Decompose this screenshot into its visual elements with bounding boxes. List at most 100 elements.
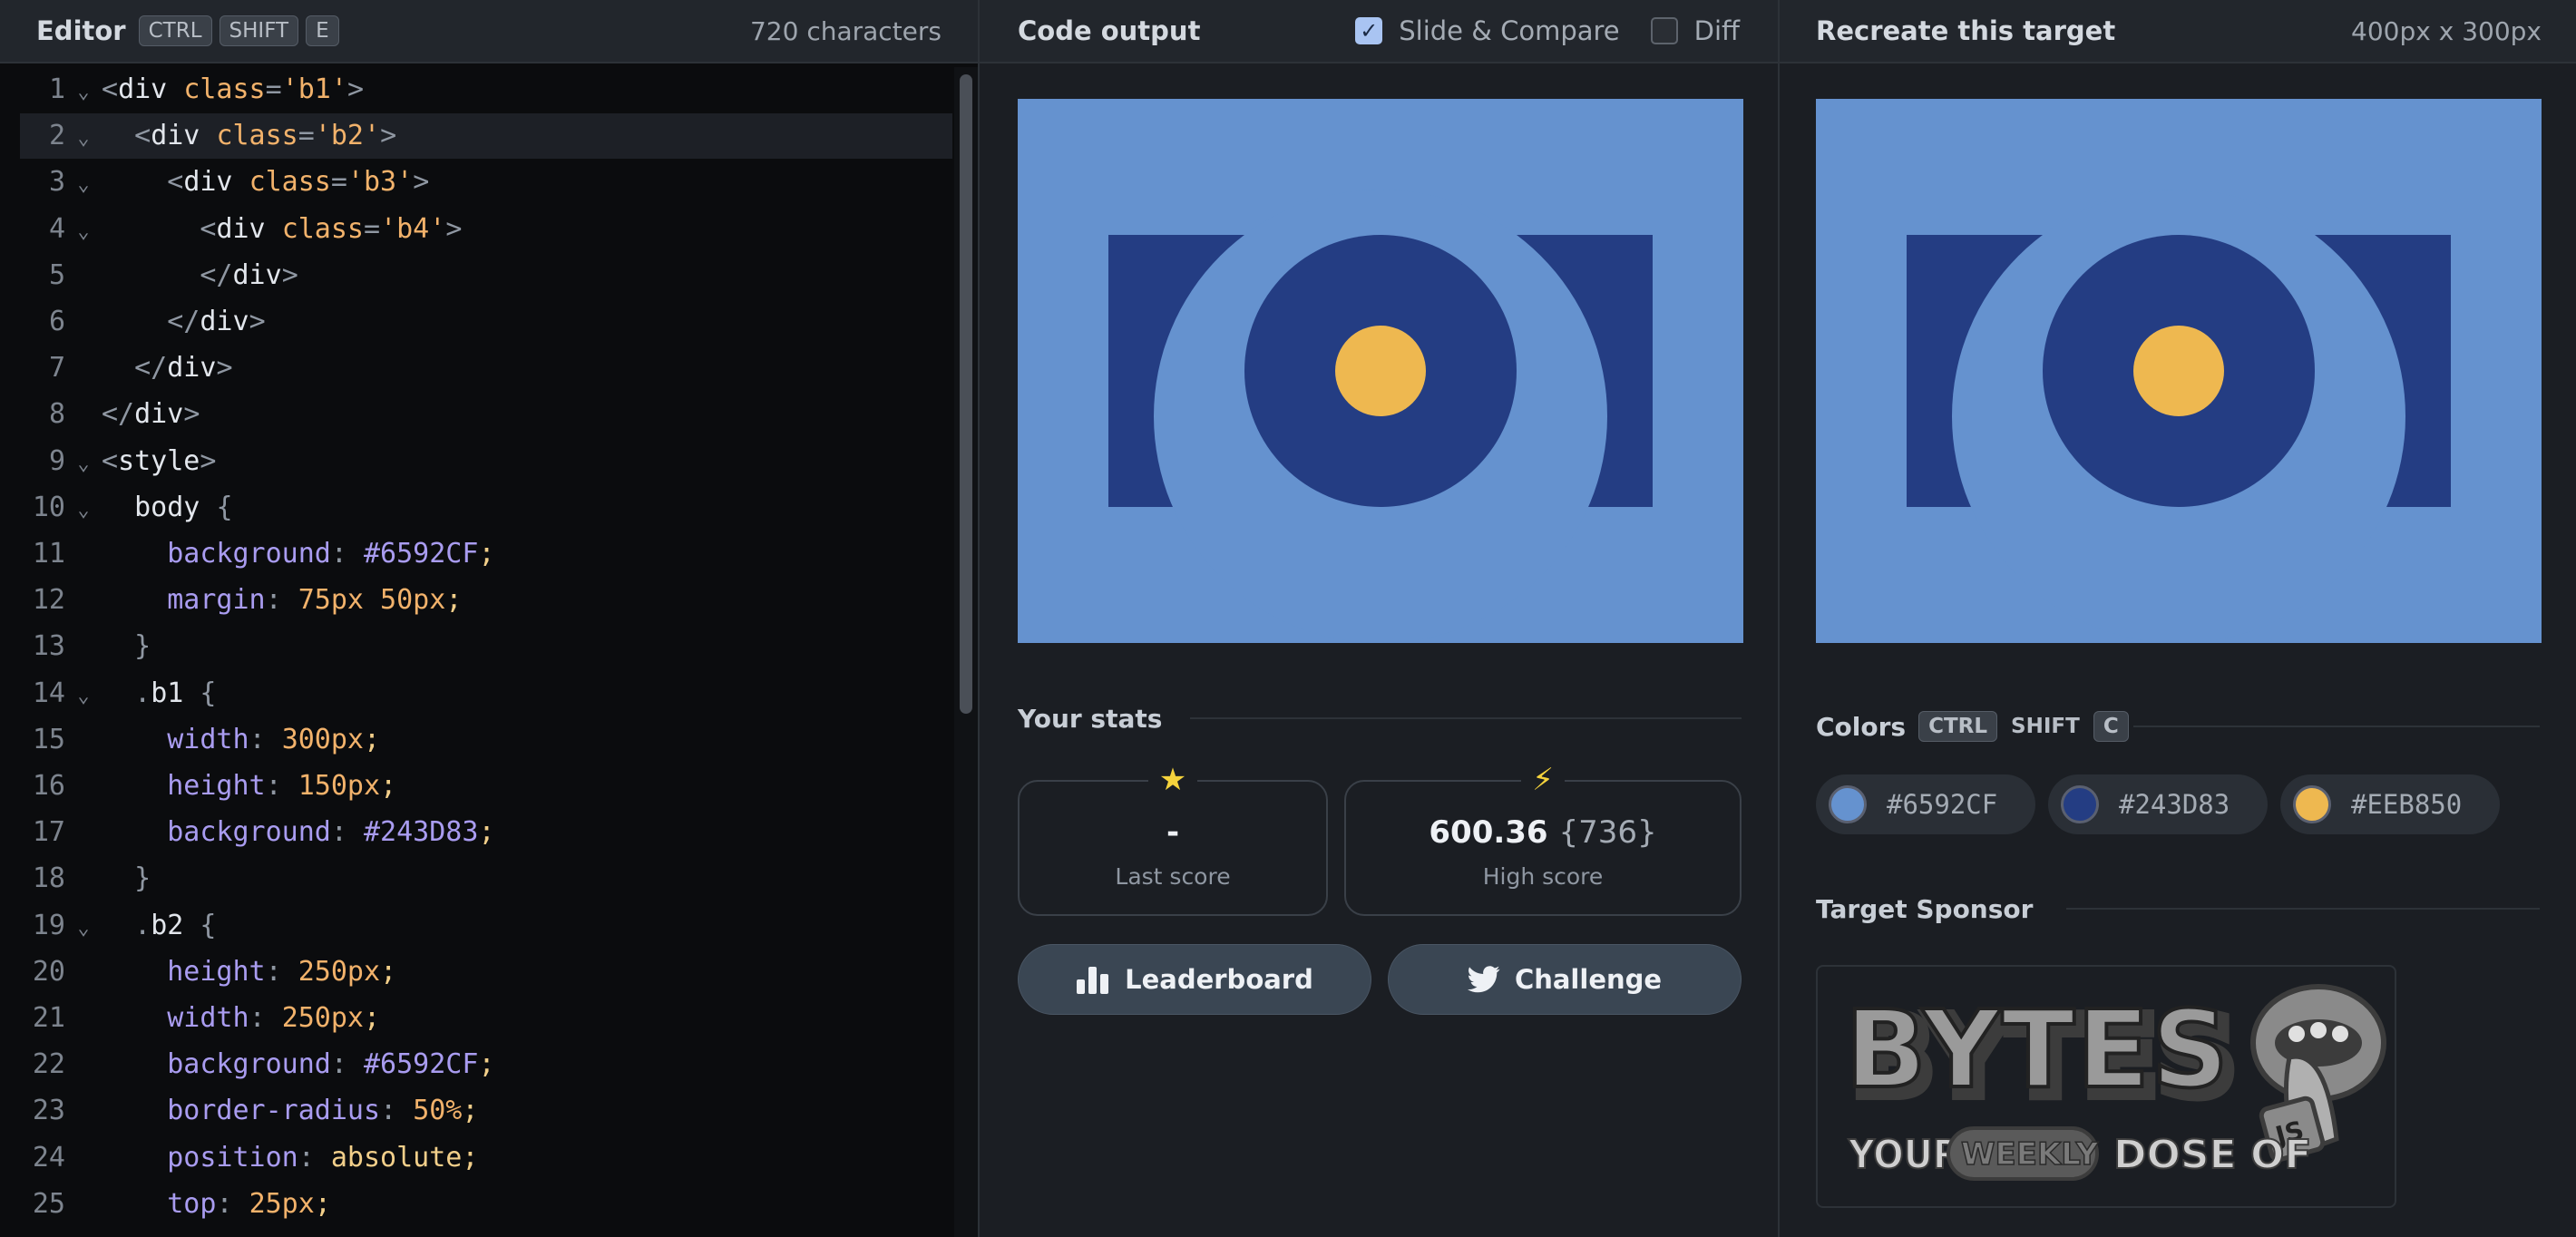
code-token: div: [151, 120, 217, 151]
code-token: div: [232, 259, 282, 291]
code-line[interactable]: 16 height: 150px;: [20, 764, 952, 809]
code-token: >: [216, 352, 233, 384]
code-token: width: [167, 1002, 249, 1034]
high-score-characters: {736}: [1558, 814, 1657, 851]
fold-chevron-icon[interactable]: ⌄: [65, 70, 102, 115]
target-shape-dot: [2133, 326, 2224, 416]
bar-chart-icon: [1077, 967, 1109, 994]
code-line[interactable]: 10 ⌄ body {: [20, 485, 952, 531]
leaderboard-button[interactable]: Leaderboard: [1018, 944, 1371, 1015]
challenge-button[interactable]: Challenge: [1388, 944, 1742, 1015]
line-number: 8: [48, 398, 65, 430]
code-line[interactable]: 12 margin: 75px 50px;: [20, 578, 952, 623]
code-token: width: [167, 724, 249, 755]
code-token: :: [265, 770, 298, 802]
sponsor-card[interactable]: BYTES BYTES JS YOUR WEEKLY DOSE OF: [1816, 965, 2396, 1208]
code-token: =: [265, 73, 282, 105]
code-token: border-radius: [167, 1095, 381, 1126]
code-line[interactable]: 5 </div>: [20, 253, 952, 298]
check-icon: ✓: [1360, 18, 1379, 44]
lightning-icon: ⚡: [1346, 762, 1740, 798]
code-token: ;: [462, 1095, 479, 1126]
code-token: height: [167, 956, 266, 988]
code-token: height: [167, 770, 266, 802]
fold-chevron-icon[interactable]: ⌄: [65, 674, 102, 719]
code-line[interactable]: 11 background: #6592CF;: [20, 531, 952, 577]
code-line[interactable]: 2 ⌄ <div class='b2'>: [20, 113, 952, 159]
line-number: 1: [48, 73, 65, 105]
code-line[interactable]: 21 width: 250px;: [20, 996, 952, 1041]
code-token: <: [102, 73, 119, 105]
code-token: 50%: [413, 1095, 463, 1126]
panel-divider[interactable]: [978, 0, 980, 1237]
challenge-label: Challenge: [1514, 964, 1663, 995]
color-hex-label: #6592CF: [1887, 789, 1998, 820]
code-line[interactable]: 18 }: [20, 856, 952, 901]
code-line[interactable]: 25 top: 25px;: [20, 1182, 952, 1227]
code-line[interactable]: 24 position: absolute;: [20, 1135, 952, 1181]
code-line[interactable]: 8 </div>: [20, 392, 952, 437]
code-line[interactable]: 22 background: #6592CF;: [20, 1042, 952, 1087]
code-line[interactable]: 3 ⌄ <div class='b3'>: [20, 160, 952, 205]
code-token: 'b3': [346, 166, 414, 198]
code-token: :: [330, 816, 364, 848]
shortcut-key-ctrl: CTRL: [1918, 711, 1998, 742]
code-token: div: [167, 352, 217, 384]
diff-toggle[interactable]: Diff: [1650, 15, 1740, 46]
panel-divider[interactable]: [1778, 0, 1780, 1237]
line-number: 15: [32, 724, 65, 755]
code-output-preview[interactable]: [1018, 99, 1743, 643]
target-shape-rect: [1907, 190, 2451, 643]
target-image[interactable]: [1816, 99, 2542, 643]
slide-compare-toggle[interactable]: ✓ Slide & Compare: [1355, 15, 1620, 46]
code-token: background: [167, 816, 331, 848]
slide-compare-checkbox[interactable]: ✓: [1355, 17, 1383, 44]
code-token: margin: [167, 584, 266, 616]
svg-text:DOSE OF: DOSE OF: [2113, 1132, 2311, 1178]
shortcut-key-c: C: [2093, 711, 2129, 742]
fold-chevron-icon[interactable]: ⌄: [65, 442, 102, 487]
color-dot: [2293, 785, 2331, 823]
line-number: 23: [32, 1095, 65, 1126]
code-token: <: [134, 120, 151, 151]
code-line[interactable]: 20 height: 250px;: [20, 950, 952, 995]
fold-chevron-icon[interactable]: ⌄: [65, 488, 102, 533]
code-token: background: [167, 538, 331, 570]
diff-checkbox[interactable]: [1650, 17, 1678, 44]
line-number: 3: [48, 166, 65, 198]
code-editor[interactable]: 1 ⌄ <div class='b1'> 2 ⌄ <div class='b2'> 3 ⌄ …: [0, 67, 952, 1237]
code-token: 'b1': [281, 73, 347, 105]
color-swatch-dark-blue[interactable]: #243D83: [2048, 774, 2268, 834]
code-line[interactable]: 17 background: #243D83;: [20, 810, 952, 855]
code-token: >: [200, 445, 217, 477]
color-swatch-yellow[interactable]: #EEB850: [2280, 774, 2500, 834]
code-line[interactable]: 13 }: [20, 624, 952, 669]
fold-chevron-icon[interactable]: ⌄: [65, 162, 102, 208]
code-line[interactable]: 9 ⌄ <style>: [20, 439, 952, 484]
code-line[interactable]: 4 ⌄ <div class='b4'>: [20, 207, 952, 252]
editor-scroll-thumb[interactable]: [960, 74, 972, 714]
color-swatch-light-blue[interactable]: #6592CF: [1816, 774, 2035, 834]
code-line[interactable]: 1 ⌄ <div class='b1'>: [20, 67, 952, 112]
code-token: =: [330, 166, 347, 198]
fold-chevron-icon[interactable]: ⌄: [65, 209, 102, 255]
fold-chevron-icon[interactable]: ⌄: [65, 116, 102, 161]
code-token: </: [102, 398, 135, 430]
code-line[interactable]: 19 ⌄ .b2 {: [20, 903, 952, 949]
code-line[interactable]: 15 width: 300px;: [20, 717, 952, 763]
code-line[interactable]: 7 </div>: [20, 346, 952, 391]
code-line[interactable]: 6 </div>: [20, 299, 952, 345]
character-count: 720 characters: [749, 15, 942, 46]
code-line[interactable]: 23 border-radius: 50%;: [20, 1088, 952, 1134]
fold-chevron-icon[interactable]: ⌄: [65, 906, 102, 951]
editor-scrollbar[interactable]: [954, 67, 978, 1237]
code-token: #6592CF: [364, 1048, 479, 1080]
code-line[interactable]: 14 ⌄ .b1 {: [20, 671, 952, 716]
code-token: }: [134, 862, 151, 894]
